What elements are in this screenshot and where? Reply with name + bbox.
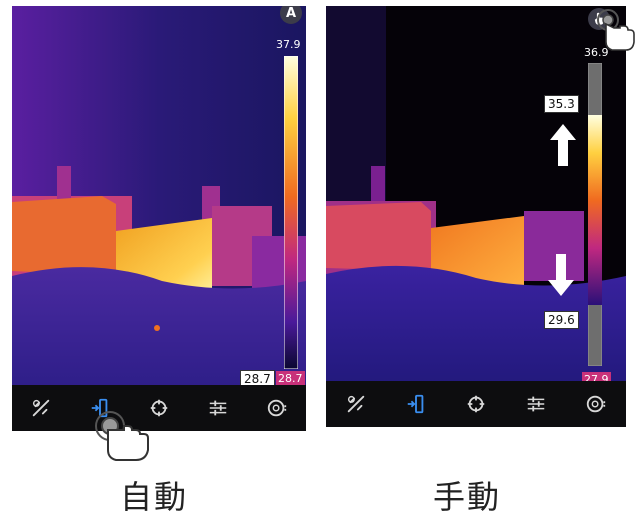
arrow-up-icon bbox=[550, 124, 576, 166]
adjust-sliders-button[interactable] bbox=[521, 389, 551, 419]
gallery-icon bbox=[586, 395, 606, 413]
hand-small-icon bbox=[594, 12, 604, 25]
mode-badge-label: A bbox=[285, 6, 297, 21]
tools-icon bbox=[33, 399, 50, 417]
palette-scale-button[interactable] bbox=[85, 393, 115, 423]
adjust-sliders-icon bbox=[209, 400, 227, 416]
auto-caption: 自動 bbox=[120, 478, 189, 516]
thermal-view-manual: 36.9 35.3 29.6 27.9 bbox=[326, 6, 626, 427]
arrow-down-icon bbox=[548, 254, 574, 296]
manual-mode-badge[interactable] bbox=[588, 8, 610, 30]
gallery-icon bbox=[267, 399, 286, 417]
bottom-toolbar bbox=[12, 385, 306, 431]
thermal-image-manual bbox=[326, 6, 626, 427]
palette-scale-icon bbox=[407, 394, 424, 414]
temperature-scale-bar[interactable] bbox=[284, 56, 298, 369]
gallery-button[interactable] bbox=[262, 393, 292, 423]
thermal-image-auto bbox=[12, 6, 306, 431]
palette-scale-icon bbox=[91, 398, 108, 418]
tools-button[interactable] bbox=[341, 389, 371, 419]
palette-scale-button[interactable] bbox=[401, 389, 431, 419]
gallery-button[interactable] bbox=[581, 389, 611, 419]
scale-max-value: 37.9 bbox=[276, 38, 301, 51]
lower-level-value[interactable]: 29.6 bbox=[544, 311, 579, 329]
tools-icon bbox=[347, 395, 365, 413]
crosshair-button[interactable] bbox=[461, 389, 491, 419]
scale-max-value: 36.9 bbox=[584, 46, 609, 59]
thermal-view-auto: A 37.9 28.7 28.7 bbox=[12, 6, 306, 431]
crosshair-icon bbox=[467, 395, 485, 413]
adjust-sliders-button[interactable] bbox=[203, 393, 233, 423]
crosshair-icon bbox=[150, 399, 168, 417]
tools-button[interactable] bbox=[26, 393, 56, 423]
temperature-scale-bar[interactable] bbox=[588, 63, 602, 366]
adjust-sliders-icon bbox=[527, 396, 545, 412]
manual-caption: 手動 bbox=[433, 478, 502, 516]
crosshair-button[interactable] bbox=[144, 393, 174, 423]
upper-level-value[interactable]: 35.3 bbox=[544, 95, 579, 113]
bottom-toolbar bbox=[326, 381, 626, 427]
